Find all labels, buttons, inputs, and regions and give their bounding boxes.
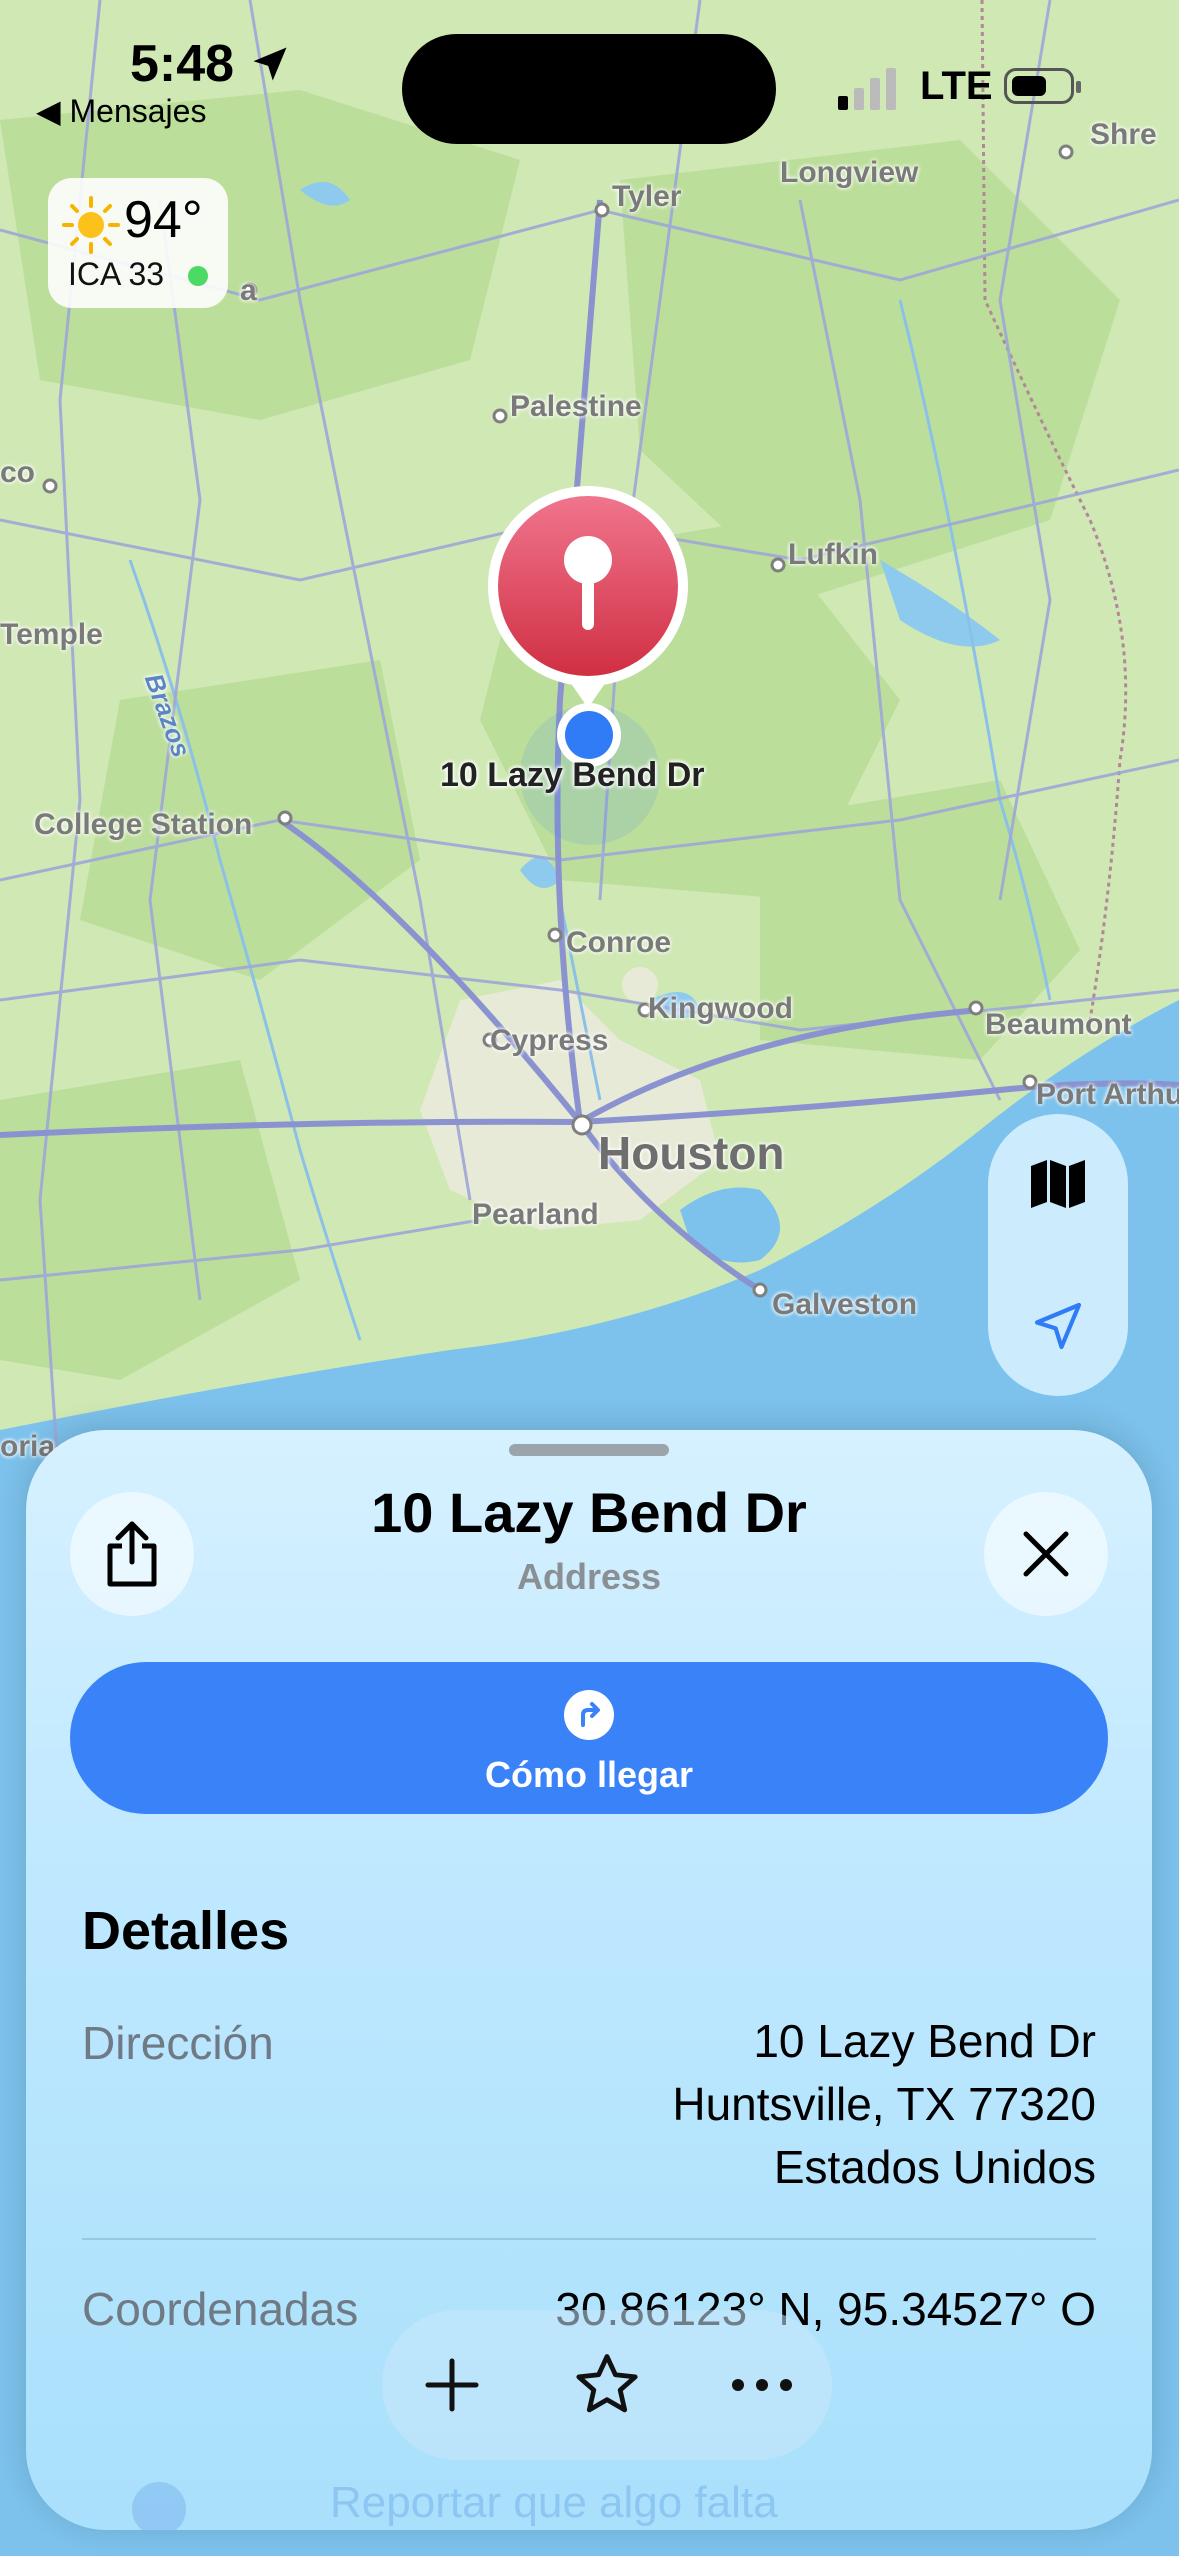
dynamic-island <box>402 34 776 144</box>
map-label-longview: Longview <box>780 156 919 189</box>
map-label-beaumont: Beaumont <box>985 1008 1132 1041</box>
directions-button[interactable]: Cómo llegar <box>70 1662 1108 1814</box>
map-label-college-station: College Station <box>34 808 253 841</box>
map-label-waco: co <box>0 456 36 489</box>
more-button[interactable] <box>722 2345 802 2425</box>
map-mode-button[interactable] <box>988 1114 1128 1254</box>
map-label-cypress: Cypress <box>490 1024 609 1057</box>
current-location-button[interactable] <box>988 1256 1128 1396</box>
details-divider <box>82 2238 1096 2240</box>
place-card-sheet: 10 Lazy Bend Dr Address Cómo llegar Deta… <box>26 1430 1152 2530</box>
pin-label: 10 Lazy Bend Dr <box>440 756 705 794</box>
turn-right-icon <box>564 1690 614 1740</box>
coordinates-label: Coordenadas <box>82 2283 359 2335</box>
battery-icon <box>1004 68 1081 104</box>
address-line-3: Estados Unidos <box>773 2141 1096 2193</box>
cellular-signal-icon <box>838 68 896 110</box>
location-pin[interactable] <box>486 484 690 714</box>
action-toolbar <box>382 2310 832 2460</box>
map-label-houston: Houston <box>598 1127 785 1179</box>
map-label-port-arthur: Port Arthu <box>1036 1078 1179 1111</box>
favorite-button[interactable] <box>567 2345 647 2425</box>
back-to-messages-link[interactable]: ◀ Mensajes <box>36 92 206 130</box>
location-arrow-icon <box>1034 1302 1082 1350</box>
location-services-icon <box>253 47 287 81</box>
map-controls <box>988 1114 1128 1396</box>
address-label: Dirección <box>82 2017 274 2069</box>
report-icon <box>132 2482 186 2530</box>
add-button[interactable] <box>412 2345 492 2425</box>
address-value[interactable]: 10 Lazy Bend Dr Huntsville, TX 77320 Est… <box>672 2010 1096 2199</box>
map-icon <box>1031 1160 1085 1208</box>
close-icon <box>1023 1531 1069 1577</box>
address-line-1: 10 Lazy Bend Dr <box>753 2015 1096 2067</box>
map-label-pearland: Pearland <box>472 1198 599 1231</box>
air-quality-index: ICA 33 <box>68 256 165 292</box>
place-subtitle: Address <box>516 1556 662 1597</box>
details-heading: Detalles <box>82 1901 290 1961</box>
directions-label: Cómo llegar <box>484 1754 694 1795</box>
status-time: 5:48 <box>130 35 235 93</box>
star-icon <box>576 2354 638 2413</box>
status-bar: 5:48 ◀ Mensajes LTE <box>0 0 1179 160</box>
map-label-palestine: Palestine <box>510 390 642 423</box>
map-label-lufkin: Lufkin <box>788 538 878 571</box>
map-label-kingwood: Kingwood <box>648 992 793 1025</box>
map-label-galveston: Galveston <box>772 1288 918 1321</box>
sheet-grabber[interactable] <box>509 1444 669 1456</box>
network-type: LTE <box>920 64 993 108</box>
ellipsis-icon <box>732 2379 792 2391</box>
plus-icon <box>425 2358 479 2412</box>
map-label-temple: Temple <box>0 618 103 651</box>
aqi-status-dot <box>188 266 208 286</box>
close-button[interactable] <box>984 1492 1108 1616</box>
map-label-tyler: Tyler <box>612 180 682 213</box>
report-missing-link[interactable]: Reportar que algo falta <box>330 2478 778 2528</box>
map-label-edge-a: a <box>240 274 257 307</box>
address-line-2: Huntsville, TX 77320 <box>672 2078 1096 2130</box>
map-label-conroe: Conroe <box>566 926 671 959</box>
sun-icon <box>62 196 120 254</box>
place-title: 10 Lazy Bend Dr <box>371 1481 807 1544</box>
weather-widget[interactable]: 94° ICA 33 <box>48 178 228 308</box>
weather-temperature: 94° <box>124 191 203 249</box>
